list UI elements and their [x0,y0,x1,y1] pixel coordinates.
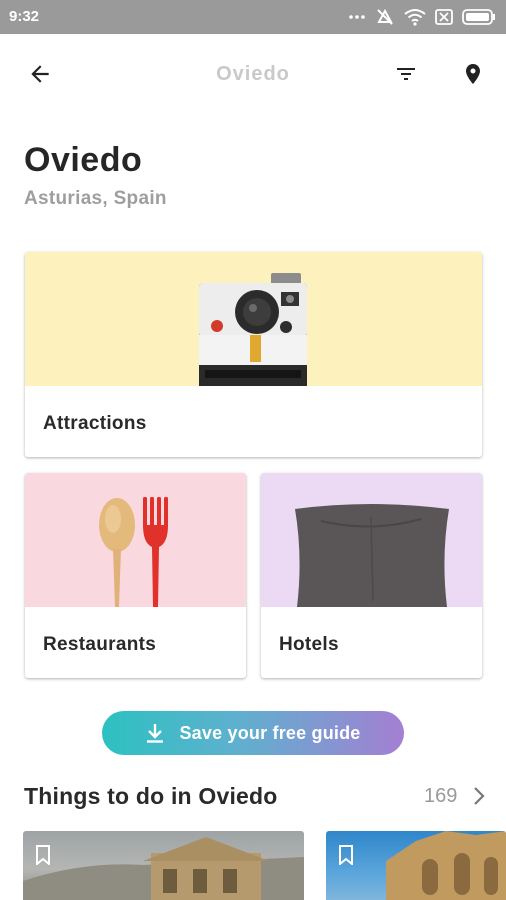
save-guide-button[interactable]: Save your free guide [102,711,404,755]
pillow-icon [295,504,449,607]
status-bar: 9:32 [0,0,506,34]
things-to-do-item[interactable] [23,831,304,900]
battery-icon [462,9,495,25]
appbar-title: Oviedo [216,63,290,85]
things-to-do-item[interactable] [326,831,506,900]
more-dots-icon [349,15,365,19]
restaurants-card[interactable]: Restaurants [25,473,246,678]
save-guide-label: Save your free guide [179,722,361,743]
hotels-image [261,473,482,607]
map-pin-icon [466,64,480,84]
cathedral-photo [386,831,506,900]
map-button[interactable] [455,56,491,92]
filter-button[interactable] [388,56,424,92]
download-icon [147,724,164,743]
attractions-label: Attractions [43,413,147,434]
things-to-do-title: Things to do in Oviedo [24,783,278,809]
hotels-card[interactable]: Hotels [261,473,482,678]
stone-church-photo [23,837,304,900]
city-title: Oviedo [24,141,143,179]
bookmark-icon[interactable] [338,845,354,865]
wifi-icon [404,9,426,26]
city-region: Asturias, Spain [24,188,167,209]
status-icons [348,7,496,27]
attractions-card[interactable]: Attractions [25,252,482,457]
spoon-and-fork-icon [99,497,168,607]
bookmark-icon[interactable] [35,845,51,865]
attractions-image [25,252,482,386]
filter-icon [397,68,415,80]
chevron-right-icon[interactable] [470,785,488,807]
app-bar: Oviedo [0,34,506,114]
things-to-do-count: 169 [424,785,458,807]
sim-off-icon [435,9,453,25]
status-time: 9:32 [9,8,40,25]
alarm-off-icon [377,8,393,25]
restaurants-image [25,473,246,607]
restaurants-label: Restaurants [43,634,157,655]
polaroid-camera-icon [199,273,307,386]
hotels-label: Hotels [279,634,339,655]
